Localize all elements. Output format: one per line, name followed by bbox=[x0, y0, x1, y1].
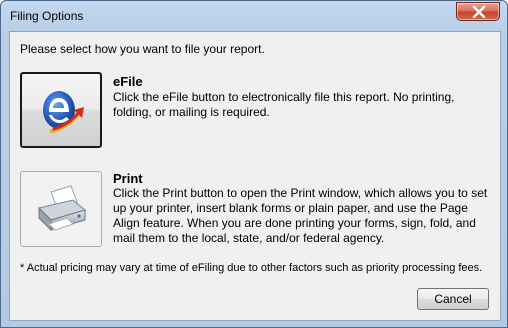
efile-icon bbox=[43, 91, 84, 133]
filing-options-window: Filing Options Please select how you wan… bbox=[0, 0, 508, 328]
dialog-body: Please select how you want to file your … bbox=[9, 31, 501, 321]
efile-title: eFile bbox=[113, 74, 143, 89]
print-button[interactable] bbox=[20, 171, 102, 247]
efile-button[interactable] bbox=[20, 72, 102, 148]
printer-icon bbox=[38, 185, 87, 232]
window-title: Filing Options bbox=[10, 9, 84, 23]
cancel-button[interactable]: Cancel bbox=[417, 288, 489, 310]
pricing-footnote: * Actual pricing may vary at time of eFi… bbox=[20, 262, 483, 274]
print-description: Click the Print button to open the Print… bbox=[113, 186, 488, 245]
title-bar[interactable]: Filing Options bbox=[1, 1, 507, 31]
print-title: Print bbox=[113, 171, 143, 186]
efile-description: Click the eFile button to electronically… bbox=[113, 90, 455, 119]
close-button[interactable] bbox=[456, 2, 500, 21]
close-icon bbox=[472, 6, 486, 18]
instruction-text: Please select how you want to file your … bbox=[20, 42, 265, 56]
